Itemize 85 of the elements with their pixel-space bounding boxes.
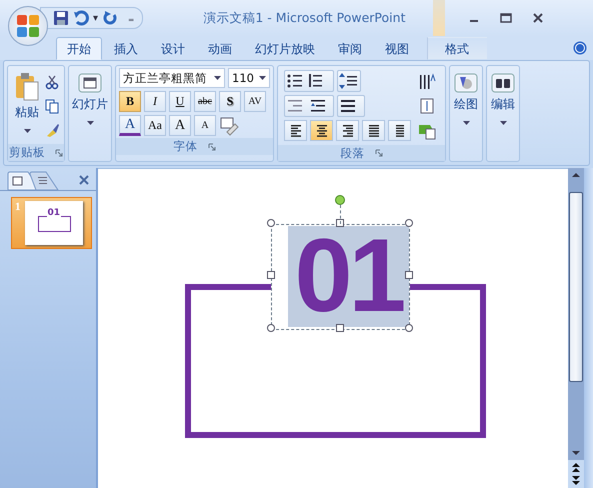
resize-handle[interactable]: [405, 219, 413, 227]
alignment-icon: [314, 124, 328, 138]
caret-icon: [86, 121, 94, 125]
resize-handle[interactable]: [405, 271, 413, 279]
office-logo-icon: [14, 12, 42, 40]
rotation-handle[interactable]: [335, 195, 345, 205]
thumbnail-text: 01: [46, 208, 62, 218]
contextual-tab-band: [433, 0, 446, 36]
dialog-launcher-icon[interactable]: [208, 142, 216, 150]
resize-handle[interactable]: [267, 219, 275, 227]
indent-icon[interactable]: [284, 95, 334, 117]
scissors-icon[interactable]: [44, 74, 60, 90]
font-style-button[interactable]: S: [219, 91, 241, 112]
eraser-icon[interactable]: [219, 116, 239, 136]
close-pane-icon[interactable]: [78, 174, 90, 186]
font-name-dropdown[interactable]: 方正兰亭粗黑简: [119, 68, 225, 88]
columns-icon[interactable]: [337, 95, 365, 117]
close-icon[interactable]: [531, 11, 546, 25]
font-style-button[interactable]: I: [144, 91, 166, 112]
resize-handle[interactable]: [267, 324, 275, 332]
ribbon-tab[interactable]: 动画: [197, 37, 243, 60]
previous-slide-icon[interactable]: [568, 460, 584, 474]
font-style-button[interactable]: B: [119, 91, 141, 112]
slide-layout-icon: [77, 72, 103, 94]
resize-handle[interactable]: [405, 324, 413, 332]
font-style-button[interactable]: U: [169, 91, 191, 112]
alignment-icon: [288, 124, 302, 138]
scroll-thumb[interactable]: [569, 192, 583, 382]
font-style-button[interactable]: abc: [194, 91, 216, 112]
ribbon-tab[interactable]: 幻灯片放映: [244, 37, 326, 60]
caret-icon: [214, 76, 221, 80]
group-label: 字体: [174, 139, 198, 154]
slides-button[interactable]: 幻灯片: [69, 66, 111, 161]
caret-icon: [500, 121, 506, 125]
vertical-scrollbar[interactable]: [568, 168, 584, 488]
group-label: 剪贴板: [9, 145, 45, 160]
align-button[interactable]: [336, 120, 359, 141]
customize-toolbar-button[interactable]: ₌: [128, 11, 134, 25]
undo-icon[interactable]: [73, 10, 89, 26]
font-size-dropdown[interactable]: 110: [228, 68, 270, 88]
font-style-button[interactable]: AV: [244, 91, 266, 112]
paste-button[interactable]: 粘贴: [12, 68, 42, 142]
ribbon-tab[interactable]: 设计: [150, 37, 196, 60]
ribbon-tab[interactable]: 插入: [103, 37, 149, 60]
align-button[interactable]: [388, 120, 411, 141]
maximize-icon[interactable]: [499, 11, 514, 25]
slide-number: 1: [15, 201, 20, 215]
next-slide-icon[interactable]: [568, 474, 584, 488]
align-button[interactable]: [284, 120, 307, 141]
align-button[interactable]: [362, 120, 385, 141]
shrink-font-button[interactable]: A: [194, 115, 216, 136]
change-case-button[interactable]: Aa: [144, 115, 166, 136]
slide-thumbnail[interactable]: 1 01: [11, 197, 92, 249]
resize-handle[interactable]: [267, 271, 275, 279]
caret-icon: [259, 76, 266, 80]
bullets-icon[interactable]: [284, 70, 334, 92]
clipboard-icon: [14, 72, 40, 102]
group-label: 段落: [340, 146, 364, 160]
ribbon-tab[interactable]: 开始: [56, 37, 102, 60]
help-icon[interactable]: [573, 41, 587, 55]
line-spacing-icon[interactable]: [337, 70, 361, 92]
dialog-launcher-icon[interactable]: [374, 149, 382, 157]
copy-icon[interactable]: [44, 98, 60, 114]
text-box-selection[interactable]: 01: [271, 224, 410, 330]
resize-handle[interactable]: [336, 324, 344, 332]
font-color-button[interactable]: A: [119, 115, 141, 136]
caret-icon: [462, 121, 470, 125]
drawing-button[interactable]: 绘图: [450, 66, 482, 161]
window-title: 演示文稿1 - Microsoft PowerPoint: [203, 10, 406, 26]
redo-icon[interactable]: [102, 10, 118, 26]
align-button[interactable]: [310, 120, 333, 141]
ribbon-tab[interactable]: 视图: [374, 37, 420, 60]
resize-handle[interactable]: [336, 219, 344, 227]
save-icon[interactable]: [53, 10, 69, 26]
ribbon-tab[interactable]: 格式: [427, 37, 487, 60]
shapes-icon: [453, 72, 479, 94]
caret-icon: [24, 129, 30, 133]
grow-font-button[interactable]: A: [169, 115, 191, 136]
alignment-icon: [340, 124, 354, 138]
editing-button[interactable]: 编辑: [487, 66, 519, 161]
ribbon-tab[interactable]: 审阅: [327, 37, 373, 60]
dialog-launcher-icon[interactable]: [55, 148, 63, 156]
undo-dropdown-arrow[interactable]: ▾: [93, 12, 98, 24]
slide-title-text: 01: [288, 226, 409, 327]
alignment-icon: [366, 124, 380, 138]
